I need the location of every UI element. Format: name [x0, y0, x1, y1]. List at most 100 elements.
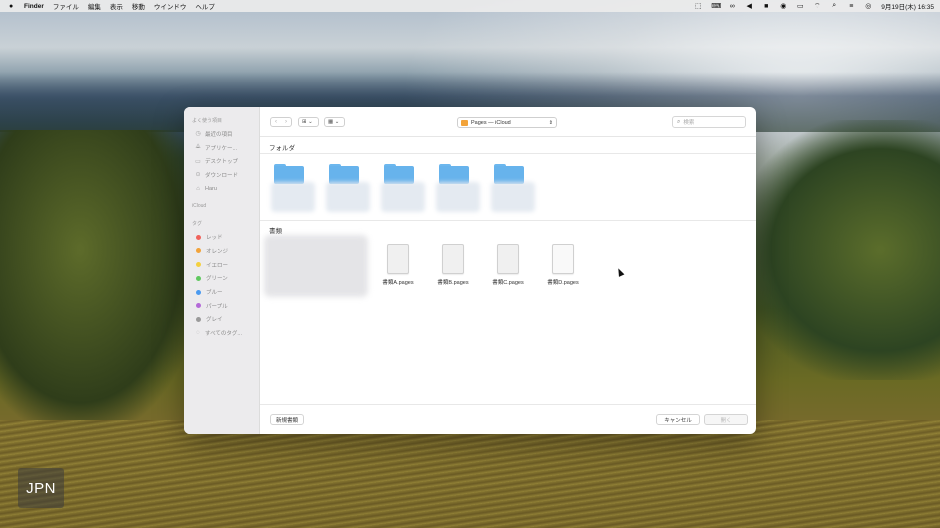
menu-go[interactable]: 移動: [132, 1, 145, 11]
document-redacted[interactable]: [264, 235, 368, 297]
wifi-icon[interactable]: ⌔: [813, 2, 821, 11]
tag-dot: [196, 289, 201, 295]
sidebar-heading-favorites: よく使う項目: [192, 118, 223, 124]
document-name: 書類D.pages: [547, 280, 579, 286]
sidebar-tag-yellow[interactable]: イエロー: [184, 258, 259, 272]
open-dialog: よく使う項目 ◷ 最近の項目 ⟁ アプリケー... ▭ デスクトップ ⊙ ダウン…: [184, 107, 756, 434]
folder-icon: [439, 164, 469, 184]
folder-item[interactable]: [436, 164, 480, 212]
sidebar-item-label: オレンジ: [206, 248, 229, 255]
keyboard-icon[interactable]: ⌨: [711, 2, 721, 10]
jpn-badge: JPN: [18, 468, 64, 508]
divider: [260, 220, 756, 221]
folder-item[interactable]: [381, 164, 425, 212]
status-area: ⬚ ⌨ ∞ ◀ ■ ◉ ▭ ⌔ ⌕ ≡ ◎ 9月19日(木) 16:35: [685, 0, 934, 12]
volume-icon[interactable]: ◀: [745, 2, 753, 10]
siri-icon[interactable]: ◎: [864, 2, 872, 10]
folder-label-redacted: [436, 182, 480, 212]
sidebar-item-desktop[interactable]: ▭ デスクトップ: [184, 154, 259, 168]
menu-view[interactable]: 表示: [110, 1, 123, 11]
menu-app-name[interactable]: Finder: [24, 3, 44, 10]
sidebar-item-recents[interactable]: ◷ 最近の項目: [184, 127, 259, 141]
cursor-icon[interactable]: ⬚: [694, 2, 702, 10]
tag-icon: ◌: [196, 330, 200, 337]
location-label: Pages — iCloud: [471, 119, 511, 126]
sidebar-item-label: Haru: [205, 185, 217, 192]
tag-dot: [196, 275, 201, 281]
section-title-documents: 書類: [269, 228, 282, 235]
sidebar-item-label: ダウンロード: [205, 172, 239, 179]
menu-help[interactable]: ヘルプ: [195, 1, 215, 11]
sidebar-tag-orange[interactable]: オレンジ: [184, 244, 259, 258]
folder-item[interactable]: [326, 164, 370, 212]
document-item[interactable]: 書類C.pages: [482, 244, 534, 286]
icon-view-button[interactable]: ⊞ ⌄: [298, 117, 319, 127]
sidebar-heading-icloud: iCloud: [192, 203, 207, 210]
toolbar: ‹ › ⊞ ⌄ ▦ ⌄ Pages — iCloud ⇕ ⌕ 検索: [260, 107, 756, 137]
tag-dot: [196, 262, 201, 268]
wallpaper-vineyard: [0, 420, 940, 528]
folder-icon: [461, 119, 468, 126]
pages-document-icon: [497, 244, 519, 274]
group-button[interactable]: ▦ ⌄: [324, 117, 345, 127]
section-title-folders: フォルダ: [269, 145, 295, 152]
download-icon: ⊙: [195, 172, 201, 179]
tag-dot: [196, 316, 201, 322]
sidebar-item-label: デスクトップ: [205, 159, 239, 166]
menu-clock[interactable]: 9月19日(木) 16:35: [881, 1, 934, 11]
divider: [260, 153, 756, 154]
forward-button[interactable]: ›: [285, 119, 287, 125]
search-icon[interactable]: ⌕: [830, 2, 838, 10]
folder-icon: [274, 164, 304, 184]
sidebar-tag-gray[interactable]: グレイ: [184, 313, 259, 327]
text-input-icon[interactable]: ■: [762, 3, 770, 10]
open-button[interactable]: 開く: [704, 414, 748, 425]
tag-dot: [196, 303, 201, 309]
document-item[interactable]: 書類A.pages: [372, 244, 424, 286]
document-item[interactable]: 書類D.pages: [537, 244, 589, 286]
sidebar-tag-blue[interactable]: ブルー: [184, 285, 259, 299]
group-icon: ▦: [328, 119, 334, 125]
document-item[interactable]: 書類B.pages: [427, 244, 479, 286]
pages-document-icon: [442, 244, 464, 274]
wallpaper-forest-right: [740, 120, 940, 380]
sidebar-item-applications[interactable]: ⟁ アプリケー...: [184, 141, 259, 155]
sidebar-item-label: パープル: [206, 303, 228, 310]
sidebar-item-downloads[interactable]: ⊙ ダウンロード: [184, 168, 259, 182]
apps-icon: ⟁: [195, 144, 201, 151]
sidebar-tag-red[interactable]: レッド: [184, 230, 259, 244]
menu-edit[interactable]: 編集: [88, 1, 101, 11]
menu-file[interactable]: ファイル: [53, 1, 79, 11]
document-name: 書類B.pages: [437, 280, 469, 286]
search-field[interactable]: ⌕ 検索: [672, 116, 746, 128]
folder-label-redacted: [326, 182, 370, 212]
control-center-icon[interactable]: ≡: [847, 3, 855, 10]
wallpaper-forest-left: [0, 130, 200, 430]
account-icon[interactable]: ◉: [779, 2, 787, 10]
apple-menu-icon[interactable]: ●: [9, 3, 19, 10]
folder-label-redacted: [271, 182, 315, 212]
sidebar-item-label: アプリケー...: [205, 145, 238, 152]
chevron-down-icon: ⌄: [334, 119, 340, 125]
sidebar-tag-purple[interactable]: パープル: [184, 299, 259, 313]
home-icon: ⌂: [196, 185, 200, 192]
sidebar-tag-green[interactable]: グリーン: [184, 272, 259, 286]
folder-icon: [494, 164, 524, 184]
sidebar-item-label: ブルー: [206, 290, 223, 297]
battery-icon[interactable]: ▭: [796, 2, 804, 10]
sidebar-item-label: イエロー: [206, 262, 228, 269]
location-popup[interactable]: Pages — iCloud ⇕: [457, 117, 557, 128]
back-button[interactable]: ‹: [275, 119, 277, 125]
folder-item[interactable]: [271, 164, 315, 212]
nav-buttons: ‹ ›: [270, 117, 292, 127]
sidebar-tag-all[interactable]: ◌ すべてのタグ...: [184, 326, 259, 340]
folder-item[interactable]: [491, 164, 535, 212]
cancel-button[interactable]: キャンセル: [656, 414, 700, 425]
menu-window[interactable]: ウインドウ: [154, 1, 187, 11]
sidebar-item-home[interactable]: ⌂ Haru: [184, 182, 259, 196]
glasses-icon[interactable]: ∞: [728, 3, 736, 10]
sidebar-item-label: グリーン: [206, 276, 228, 283]
new-document-button[interactable]: 新規書類: [270, 414, 304, 425]
search-icon: ⌕: [677, 118, 681, 125]
folder-icon: [384, 164, 414, 184]
